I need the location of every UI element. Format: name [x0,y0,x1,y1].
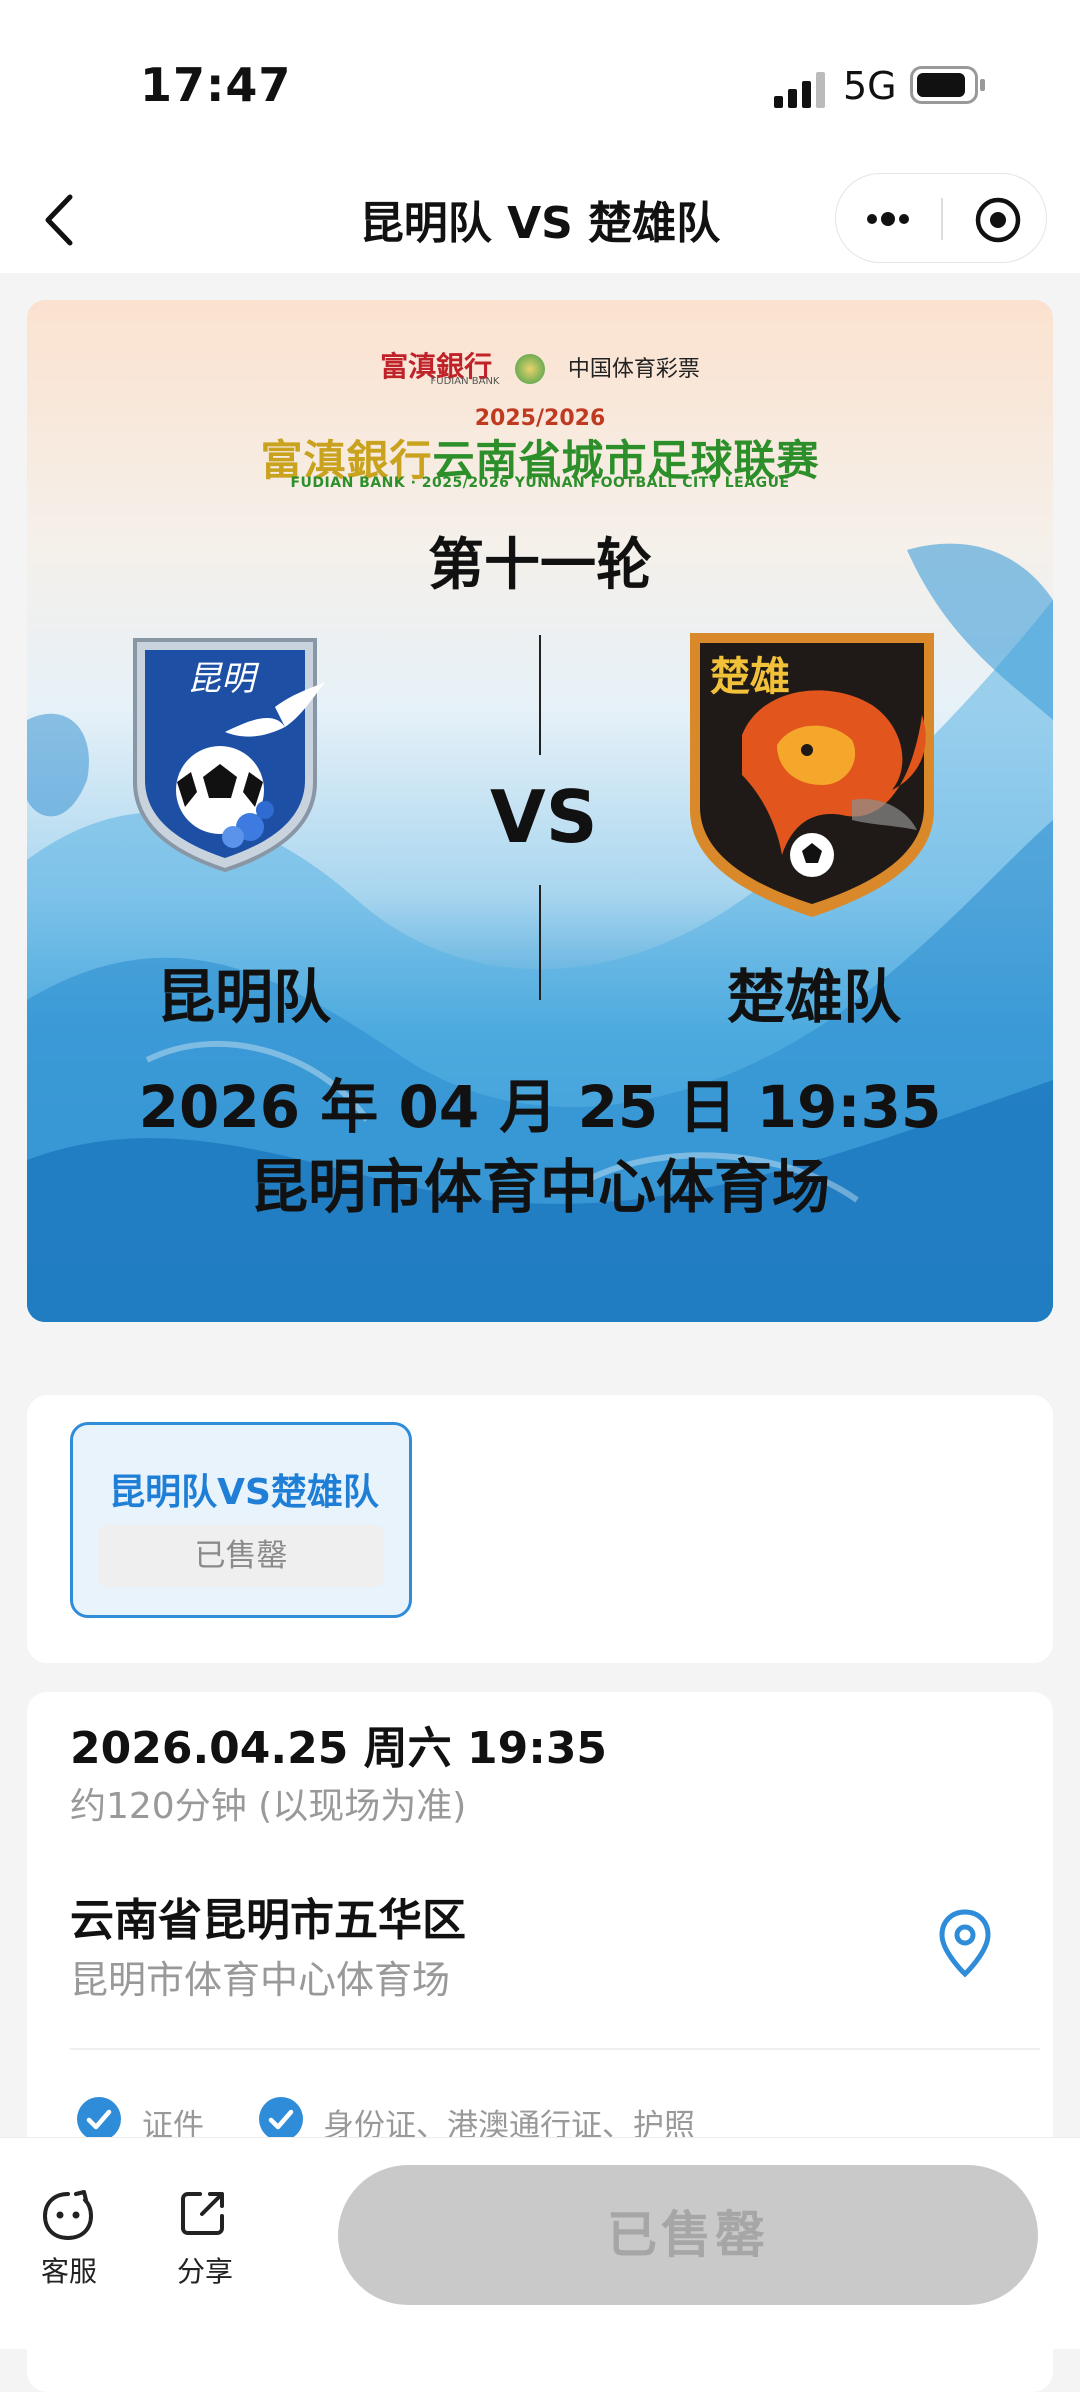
event-region: 云南省昆明市五华区 [70,1895,466,1946]
kunming-team-badge: 昆明 [133,638,325,873]
home-team-name: 昆明队 [157,963,332,1031]
network-label: 5G [843,64,897,108]
away-team-name: 楚雄队 [727,963,902,1031]
vs-label: VS [490,775,598,859]
chat-face-icon[interactable] [40,2188,96,2244]
status-bar: 17:47 5G [0,0,1080,165]
vs-divider [539,635,541,755]
status-time: 17:47 [140,58,292,112]
event-duration: 约120分钟 (以现场为准) [70,1786,467,1827]
target-circle-icon[interactable] [974,196,1022,244]
banner-match-venue: 昆明市体育中心体育场 [249,1153,830,1221]
banner-match-datetime: 2026 年 04 月 25 日 19:35 [138,1073,942,1141]
mini-program-capsule [835,173,1047,263]
check-circle-icon [259,2097,303,2141]
check-circle-icon [77,2097,121,2141]
event-datetime: 2026.04.25 周六 19:35 [70,1723,608,1774]
location-pin-icon[interactable] [937,1908,993,1978]
battery-icon [910,66,985,104]
session-card: 昆明队VS楚雄队 已售罄 [27,1395,1053,1663]
session-status-badge: 已售罄 [98,1525,384,1587]
share-icon[interactable] [178,2188,228,2238]
chuxiong-team-badge: 楚雄 [690,633,934,917]
session-option[interactable]: 昆明队VS楚雄队 已售罄 [70,1422,412,1618]
bottom-action-bar: 客服 分享 已售罄 [0,2137,1080,2349]
vs-divider [539,885,541,1000]
sponsor-bank-en: FUDIAN BANK [430,376,500,387]
kunming-badge-text: 昆明 [187,659,260,699]
more-dots-icon[interactable] [858,196,918,242]
chuxiong-badge-text: 楚雄 [710,654,790,700]
league-name-en: FUDIAN BANK · 2025/2026 YUNNAN FOOTBALL … [290,475,790,491]
round-label: 第十一轮 [428,533,652,598]
capsule-divider [941,198,943,240]
divider [70,2048,1040,2050]
share-label[interactable]: 分享 [170,2250,240,2290]
nav-bar: 昆明队 VS 楚雄队 [0,165,1080,273]
sold-out-button[interactable]: 已售罄 [338,2165,1038,2305]
match-banner: 富滇銀行 中国体育彩票 FUDIAN BANK 2025/2026 富滇銀行云南… [27,300,1053,1322]
event-venue: 昆明市体育中心体育场 [70,1958,451,2002]
customer-service-label[interactable]: 客服 [34,2250,104,2290]
session-option-title: 昆明队VS楚雄队 [109,1472,379,1513]
signal-bars-icon [774,72,825,108]
